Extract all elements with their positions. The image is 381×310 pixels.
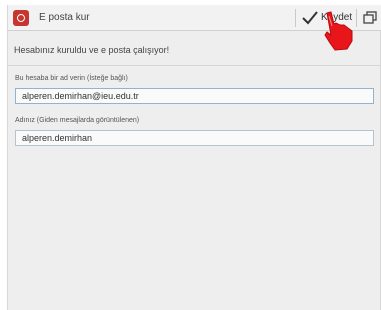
mail-app-icon (13, 10, 29, 26)
display-name-field[interactable] (15, 130, 374, 146)
account-name-field[interactable] (15, 88, 374, 104)
action-divider (295, 9, 296, 27)
action-divider (356, 9, 357, 27)
window-restore-icon[interactable] (363, 11, 377, 25)
setup-status-message: Hesabınız kuruldu ve e posta çalışıyor! (14, 45, 170, 55)
display-name-label: Adınız (Giden mesajlarda görüntülenen) (15, 117, 140, 124)
check-icon (302, 11, 318, 25)
divider (8, 65, 381, 66)
page-title: E posta kur (39, 12, 90, 23)
account-name-label: Bu hesaba bir ad verin (İsteğe bağlı) (15, 75, 128, 82)
action-bar: E posta kur Kaydet (8, 5, 381, 31)
save-button[interactable]: Kaydet (300, 7, 354, 29)
email-setup-window: E posta kur Kaydet Hesabınız kuruldu ve … (7, 5, 381, 310)
save-label: Kaydet (321, 12, 353, 23)
